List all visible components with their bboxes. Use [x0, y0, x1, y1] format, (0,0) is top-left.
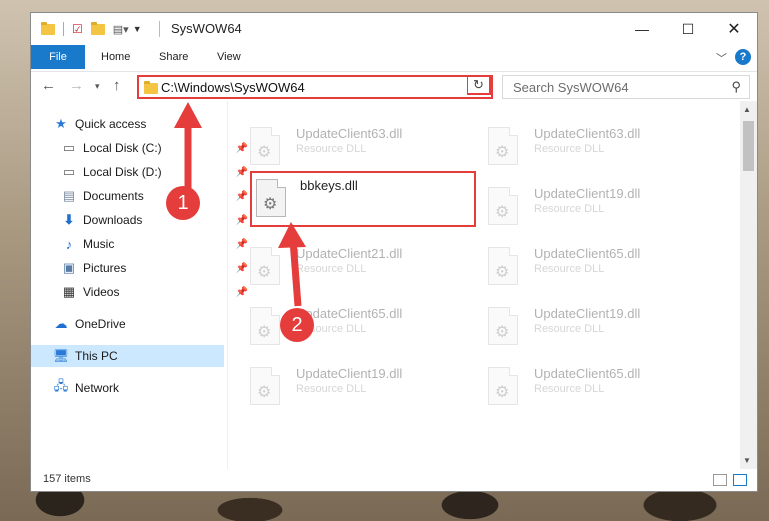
step-badge-1: 1 [166, 186, 200, 220]
annotation-arrows [174, 102, 306, 307]
arrow-1 [174, 102, 202, 190]
step-badge-2: 2 [280, 308, 314, 342]
arrow-2 [278, 222, 306, 307]
